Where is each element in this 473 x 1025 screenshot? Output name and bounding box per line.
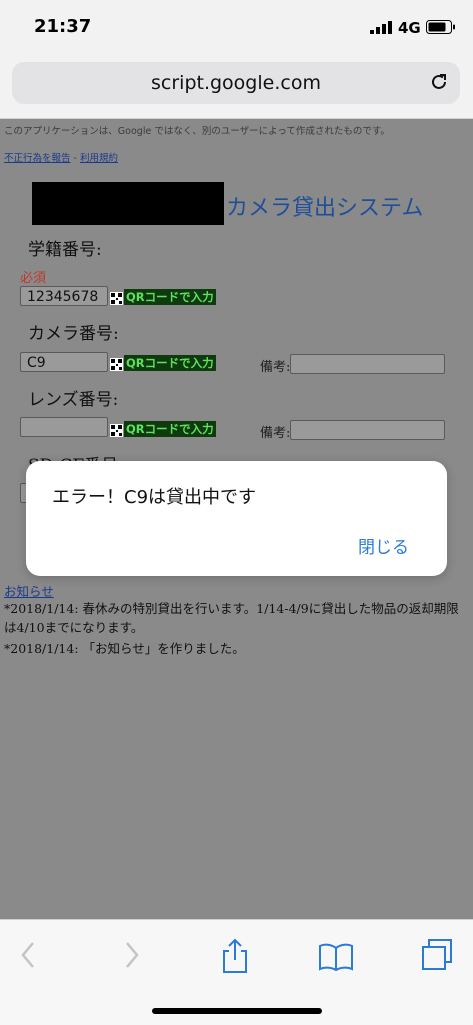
reload-icon[interactable] bbox=[428, 71, 450, 93]
qr-code-icon[interactable] bbox=[110, 292, 123, 305]
url-text: script.google.com bbox=[151, 72, 321, 94]
student-qr-button[interactable]: QRコードで入力 bbox=[124, 289, 216, 305]
status-time: 21:37 bbox=[34, 16, 92, 37]
qr-code-icon[interactable] bbox=[110, 358, 123, 371]
redacted-block bbox=[32, 182, 224, 225]
camera-note-input[interactable] bbox=[290, 354, 445, 374]
camera-number-input[interactable]: C9 bbox=[20, 352, 108, 372]
qr-code-icon[interactable] bbox=[110, 424, 123, 437]
news-item: *2018/1/14: 「お知らせ」を作りました。 bbox=[4, 641, 245, 656]
student-number-input[interactable]: 12345678 bbox=[20, 286, 108, 306]
news-link[interactable]: お知らせ bbox=[4, 581, 54, 600]
back-icon[interactable] bbox=[18, 938, 38, 972]
lens-note-label: 備考: bbox=[260, 426, 291, 441]
terms-link[interactable]: 利用規約 bbox=[80, 153, 118, 164]
alert-message: エラー！C9は貸出中です bbox=[52, 487, 257, 508]
address-bar[interactable]: script.google.com bbox=[12, 62, 460, 104]
system-title: カメラ貸出システム bbox=[226, 196, 424, 221]
links-separator: - bbox=[70, 153, 80, 164]
close-button[interactable]: 閉じる bbox=[358, 533, 409, 558]
lens-note-input[interactable] bbox=[290, 420, 445, 440]
bookmarks-icon[interactable] bbox=[318, 942, 354, 972]
news-item: *2018/1/14: 春休みの特別貸出を行います。1/14-4/9に貸出した物… bbox=[4, 601, 459, 635]
share-icon[interactable] bbox=[220, 938, 250, 974]
creator-notice: このアプリケーションは、Google ではなく、別のユーザーによって作成されたも… bbox=[4, 126, 390, 137]
browser-header: script.google.com bbox=[0, 56, 473, 119]
forward-icon[interactable] bbox=[122, 938, 142, 972]
required-label: 必須 bbox=[20, 271, 47, 286]
student-number-label: 学籍番号: bbox=[28, 240, 102, 260]
tabs-icon[interactable] bbox=[420, 938, 454, 972]
signal-icon bbox=[370, 21, 392, 34]
camera-number-label: カメラ番号: bbox=[28, 324, 119, 344]
lens-number-input[interactable] bbox=[20, 417, 108, 437]
error-alert-dialog: エラー！C9は貸出中です 閉じる bbox=[26, 461, 447, 576]
home-indicator[interactable] bbox=[152, 1008, 322, 1014]
report-abuse-link[interactable]: 不正行為を報告 bbox=[4, 153, 71, 164]
lens-qr-button[interactable]: QRコードで入力 bbox=[124, 421, 216, 437]
battery-icon bbox=[426, 20, 455, 34]
camera-note-label: 備考: bbox=[260, 360, 291, 375]
lens-number-label: レンズ番号: bbox=[28, 390, 119, 410]
links-bar: 不正行為を報告 - 利用規約 bbox=[4, 150, 118, 164]
status-bar: 21:37 4G bbox=[0, 0, 473, 56]
camera-qr-button[interactable]: QRコードで入力 bbox=[124, 355, 216, 371]
network-type: 4G bbox=[398, 19, 421, 37]
